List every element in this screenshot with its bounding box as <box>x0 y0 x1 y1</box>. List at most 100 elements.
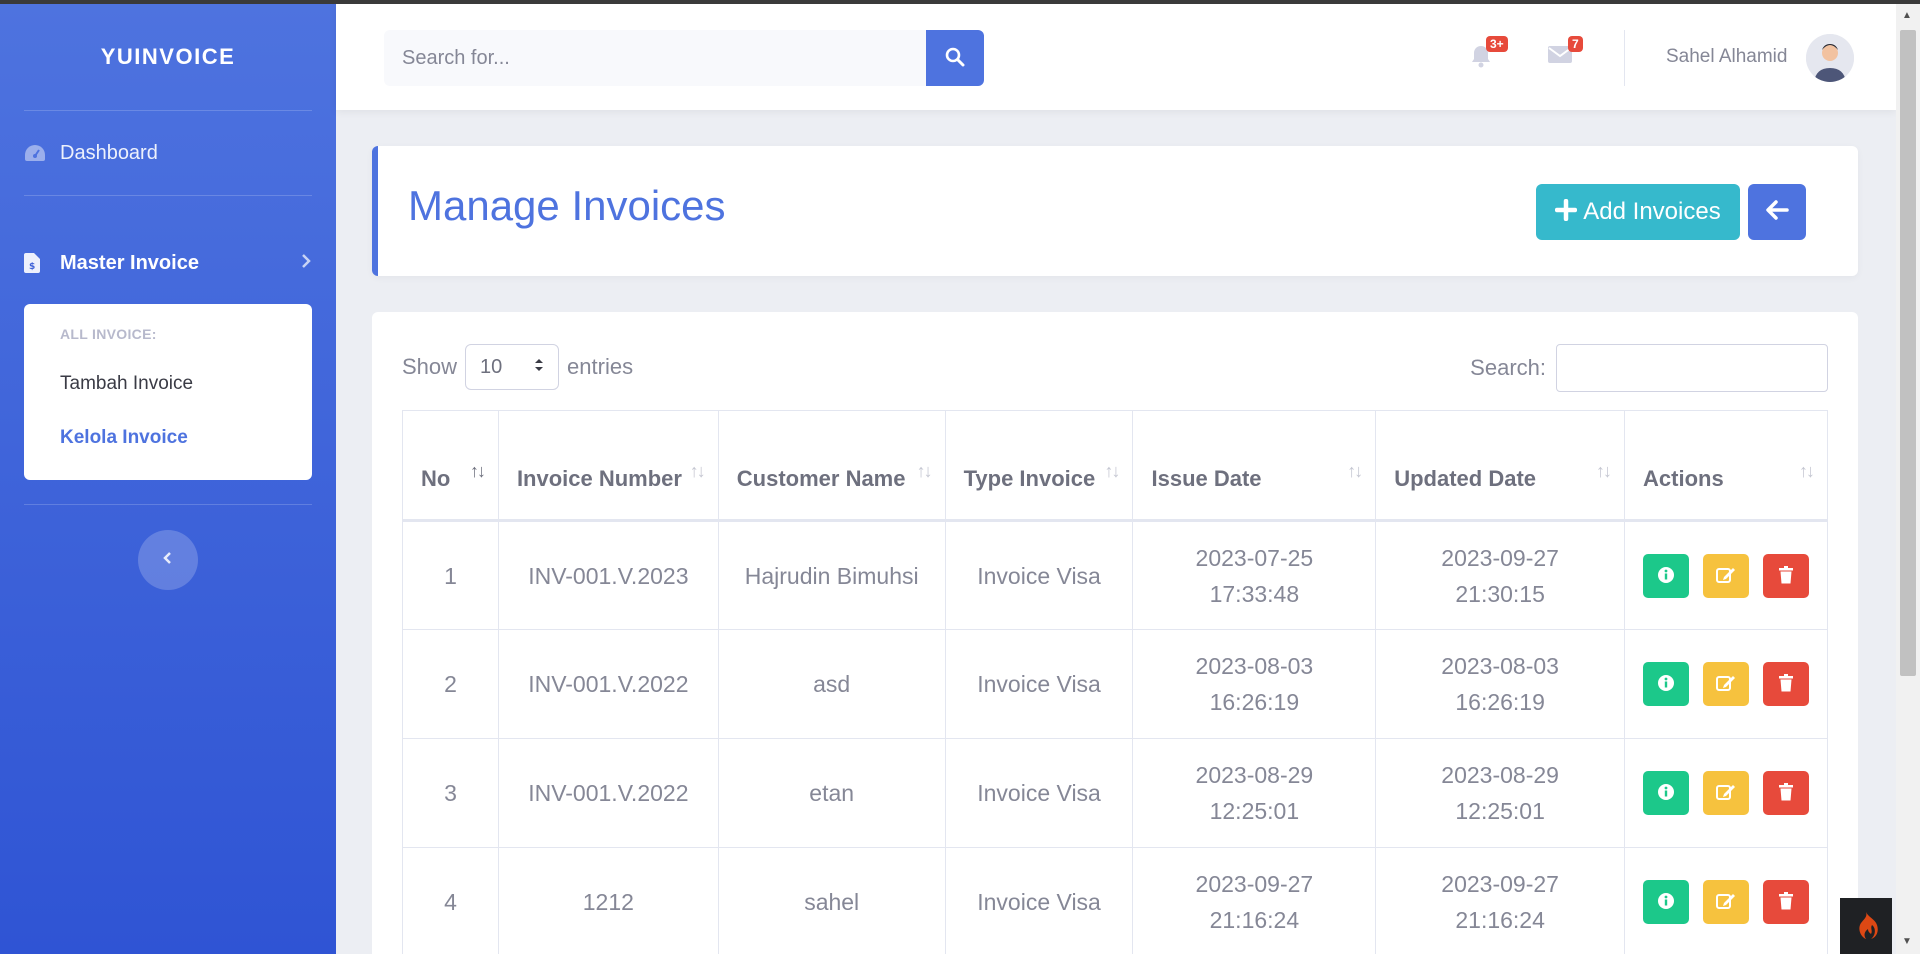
cell-customer-name: asd <box>717 629 946 739</box>
edit-button[interactable] <box>1703 771 1749 815</box>
entries-label: entries <box>567 354 634 379</box>
user-name[interactable]: Sahel Alhamid <box>1666 46 1787 68</box>
delete-button[interactable] <box>1763 880 1809 924</box>
cell-actions <box>1624 847 1828 954</box>
column-header-customer-name[interactable]: Customer Name ↑↓ <box>717 410 946 522</box>
sidebar-toggle-button[interactable] <box>138 530 198 590</box>
column-header-actions[interactable]: Actions ↑↓ <box>1624 410 1828 522</box>
user-avatar[interactable] <box>1806 34 1854 82</box>
cell-updated-date: 2023-09-27 21:16:24 <box>1375 847 1626 954</box>
issue-time: 12:25:01 <box>1209 798 1300 824</box>
alerts-badge: 3+ <box>1486 36 1508 52</box>
cell-actions <box>1624 520 1828 630</box>
sidebar-item-label: Master Invoice <box>60 251 199 274</box>
select-arrows-icon <box>534 356 544 379</box>
cell-invoice-number: INV-001.V.2022 <box>497 738 719 848</box>
submenu-item-kelola-invoice[interactable]: Kelola Invoice <box>24 412 312 466</box>
cell-type-invoice: Invoice Visa <box>944 520 1134 630</box>
column-header-label: Actions <box>1643 466 1724 491</box>
arrow-left-icon <box>1765 199 1789 225</box>
invoices-table: No ↑↓ Invoice Number ↑↓ Customer Name ↑↓ Ty… <box>402 410 1828 954</box>
page-title: Manage Invoices <box>408 182 726 229</box>
edit-button[interactable] <box>1703 662 1749 706</box>
row-actions <box>1625 662 1827 706</box>
row-actions <box>1625 880 1827 924</box>
back-button[interactable] <box>1748 184 1806 240</box>
view-button[interactable] <box>1643 771 1689 815</box>
add-invoice-button[interactable]: Add Invoices <box>1536 184 1740 240</box>
edit-button[interactable] <box>1703 880 1749 924</box>
brand-logo[interactable]: YUINVOICE <box>0 4 336 110</box>
cell-no: 3 <box>402 738 499 848</box>
cell-no: 1 <box>402 520 499 630</box>
flame-icon[interactable] <box>1840 898 1892 954</box>
entries-value: 10 <box>480 355 503 378</box>
plus-icon <box>1555 197 1578 227</box>
search-input[interactable] <box>384 30 926 86</box>
cell-type-invoice: Invoice Visa <box>944 738 1134 848</box>
updated-time: 21:16:24 <box>1455 907 1545 933</box>
messages-dropdown[interactable]: 7 <box>1548 36 1583 69</box>
trash-icon <box>1778 666 1794 702</box>
updated-date: 2023-09-27 <box>1441 871 1559 897</box>
trash-icon <box>1778 775 1794 811</box>
column-header-no[interactable]: No ↑↓ <box>402 410 499 522</box>
edit-icon <box>1716 558 1736 594</box>
issue-date: 2023-07-25 <box>1195 544 1314 571</box>
entries-select[interactable]: 10 <box>465 344 560 390</box>
view-button[interactable] <box>1643 880 1689 924</box>
issue-date: 2023-08-29 <box>1195 762 1314 788</box>
topbar-search <box>384 30 984 86</box>
view-button[interactable] <box>1643 662 1689 706</box>
info-icon <box>1657 884 1675 920</box>
edit-icon <box>1716 775 1736 811</box>
trash-icon <box>1778 884 1794 920</box>
info-icon <box>1657 666 1675 702</box>
cell-issue-date: 2023-07-25 17:33:48 <box>1132 520 1377 630</box>
window-top-border <box>0 0 1920 4</box>
sort-icon: ↑↓ <box>1596 461 1612 481</box>
column-header-invoice-number[interactable]: Invoice Number ↑↓ <box>497 410 719 522</box>
scroll-down-arrow-icon[interactable]: ▼ <box>1902 936 1912 947</box>
column-header-issue-date[interactable]: Issue Date ↑↓ <box>1132 410 1377 522</box>
chevron-right-icon <box>300 252 312 275</box>
scrollbar-thumb[interactable] <box>1900 30 1916 676</box>
page-scrollbar[interactable]: ▲ ▼ <box>1896 4 1920 954</box>
cell-issue-date: 2023-09-27 21:16:24 <box>1132 847 1377 954</box>
cell-issue-date: 2023-08-03 16:26:19 <box>1132 629 1377 739</box>
delete-button[interactable] <box>1763 553 1809 598</box>
cell-no: 4 <box>402 847 499 954</box>
issue-time: 17:33:48 <box>1209 580 1300 607</box>
sidebar-item-label: Dashboard <box>60 141 158 164</box>
submenu-item-tambah-invoice[interactable]: Tambah Invoice <box>24 358 312 412</box>
column-header-label: Issue Date <box>1151 466 1262 491</box>
envelope-icon <box>1548 46 1572 68</box>
delete-button[interactable] <box>1763 662 1809 706</box>
edit-button[interactable] <box>1703 553 1749 598</box>
info-icon <box>1657 558 1675 594</box>
bell-icon <box>1470 46 1492 72</box>
cell-issue-date: 2023-08-29 12:25:01 <box>1132 738 1377 848</box>
row-actions <box>1625 553 1827 598</box>
issue-time: 16:26:19 <box>1209 689 1300 715</box>
table-row: 3 INV-001.V.2022 etan Invoice Visa 2023-… <box>402 738 1828 848</box>
scroll-up-arrow-icon[interactable]: ▲ <box>1902 10 1912 21</box>
alerts-dropdown[interactable]: 3+ <box>1470 36 1508 73</box>
column-header-label: Type Invoice <box>963 466 1096 491</box>
sort-icon: ↑↓ <box>1347 461 1363 481</box>
table-row: 4 1212 sahel Invoice Visa 2023-09-27 21:1… <box>402 847 1828 954</box>
column-header-updated-date[interactable]: Updated Date ↑↓ <box>1375 410 1626 522</box>
sidebar-item-dashboard[interactable]: Dashboard <box>0 111 336 195</box>
search-button[interactable] <box>926 30 984 86</box>
column-header-type-invoice[interactable]: Type Invoice ↑↓ <box>944 410 1134 522</box>
sort-asc-icon: ↑↓ <box>469 461 486 481</box>
delete-button[interactable] <box>1763 771 1809 815</box>
view-button[interactable] <box>1643 553 1689 598</box>
entries-length-control: Show 10 entries <box>402 344 633 390</box>
table-search-input[interactable] <box>1556 344 1828 392</box>
table-header-row: No ↑↓ Invoice Number ↑↓ Customer Name ↑↓ Ty… <box>402 410 1828 522</box>
table-row: 2 INV-001.V.2022 asd Invoice Visa 2023-0… <box>402 629 1828 739</box>
sort-icon: ↑↓ <box>916 461 933 481</box>
cell-no: 2 <box>402 629 499 739</box>
updated-date: 2023-09-27 <box>1441 544 1559 571</box>
